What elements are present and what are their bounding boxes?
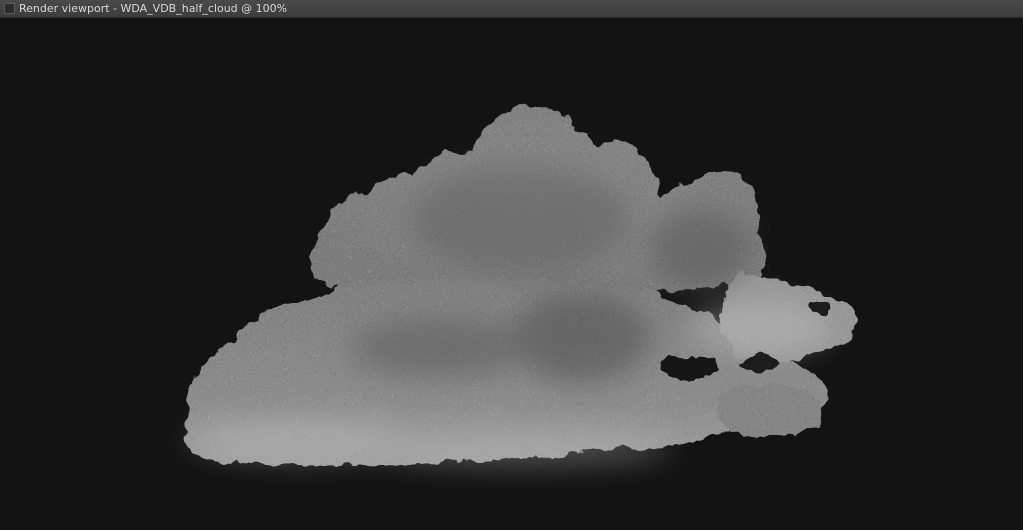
render-viewport[interactable] bbox=[0, 18, 1023, 530]
render-window-icon[interactable] bbox=[4, 3, 15, 14]
render-window: Render viewport - WDA_VDB_half_cloud @ 1… bbox=[0, 0, 1023, 530]
cloud-body bbox=[185, 103, 858, 465]
cloud-render bbox=[185, 103, 858, 466]
window-title: Render viewport - WDA_VDB_half_cloud @ 1… bbox=[19, 1, 288, 15]
title-bar[interactable]: Render viewport - WDA_VDB_half_cloud @ 1… bbox=[0, 0, 1023, 18]
